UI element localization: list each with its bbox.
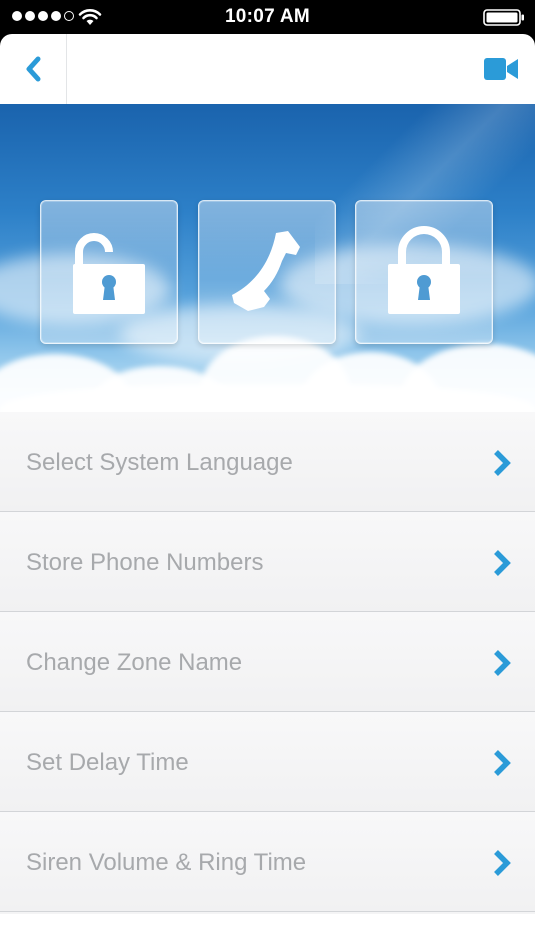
menu-item-delay-time[interactable]: Set Delay Time <box>0 712 535 812</box>
video-camera-icon <box>484 58 518 80</box>
menu-item-label: Store Phone Numbers <box>26 549 264 576</box>
menu-item-label: Set Delay Time <box>26 749 189 776</box>
phone-icon <box>232 231 300 311</box>
call-button[interactable] <box>198 200 336 344</box>
status-time: 10:07 AM <box>224 6 311 27</box>
chevron-right-icon <box>494 550 511 576</box>
navigation-bar <box>0 34 535 105</box>
menu-item-siren-volume[interactable]: Siren Volume & Ring Time <box>0 812 535 912</box>
menu-item-zone-name[interactable]: Change Zone Name <box>0 612 535 712</box>
battery-icon <box>483 9 524 26</box>
lock-icon <box>388 226 460 314</box>
settings-menu: Select System Language Store Phone Numbe… <box>0 412 535 950</box>
chevron-left-icon <box>26 56 41 82</box>
video-call-button[interactable] <box>483 53 519 85</box>
chevron-right-icon <box>494 850 511 876</box>
chevron-right-icon <box>494 750 511 776</box>
back-button[interactable] <box>0 34 67 104</box>
menu-item-label: Select System Language <box>26 449 293 476</box>
menu-item-label: Change Zone Name <box>26 649 243 676</box>
menu-item-phone-numbers[interactable]: Store Phone Numbers <box>0 512 535 612</box>
chevron-right-icon <box>494 450 511 476</box>
header-banner <box>0 104 535 412</box>
lock-button[interactable] <box>355 200 493 344</box>
status-bar: 10:07 AM <box>0 0 535 34</box>
menu-item-label: Siren Volume & Ring Time <box>26 849 307 876</box>
menu-item-system-language[interactable]: Select System Language <box>0 412 535 512</box>
unlock-button[interactable] <box>40 200 178 344</box>
menu-footer <box>0 914 535 950</box>
chevron-right-icon <box>494 650 511 676</box>
unlock-icon <box>73 233 145 314</box>
